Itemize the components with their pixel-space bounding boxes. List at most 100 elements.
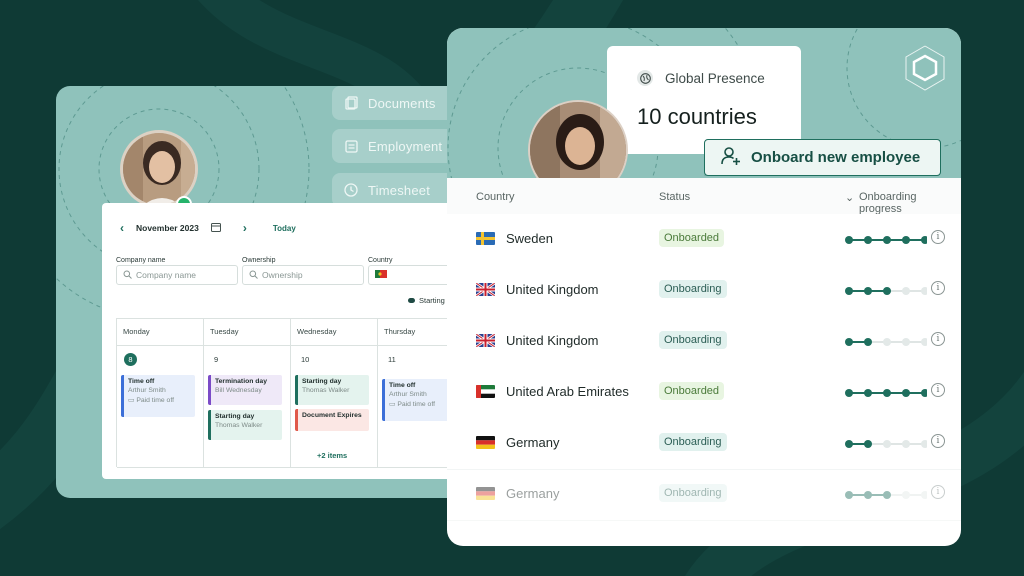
progress-step-dot xyxy=(902,338,910,346)
sidebar-item-documents[interactable]: Documents xyxy=(332,86,462,120)
event-sub: ▭ Paid time off xyxy=(389,400,448,408)
country-filter-label: Country xyxy=(368,257,393,264)
table-row[interactable]: United Arab Emirates Onboarded i xyxy=(447,367,961,419)
onboarding-card: Global Presence 10 countries Onboard new… xyxy=(447,28,961,546)
table-row[interactable]: United Kingdom Onboarding i xyxy=(447,265,961,317)
info-icon[interactable]: i xyxy=(931,485,945,499)
onboarding-progress-bar xyxy=(845,236,927,244)
date-number[interactable]: 9 xyxy=(214,355,218,364)
progress-step-dot xyxy=(864,440,872,448)
day-column-tuesday: Tuesday 9 Termination day Bill Wednesday… xyxy=(204,319,291,468)
calendar-icon[interactable] xyxy=(210,222,221,234)
employment-icon xyxy=(344,139,358,153)
progress-step-dot xyxy=(921,287,927,295)
progress-step-dot xyxy=(902,491,910,499)
progress-step-dot xyxy=(845,389,853,397)
globe-icon xyxy=(637,70,653,86)
event-person: Arthur Smith xyxy=(128,387,166,394)
chevron-right-icon[interactable]: › xyxy=(243,221,247,235)
ownership-filter-label: Ownership xyxy=(242,257,276,264)
sort-chevron-icon[interactable]: ⌄ xyxy=(845,191,854,204)
calendar-panel: ‹ November 2023 › Today Company name Com… xyxy=(102,203,476,479)
info-icon[interactable]: i xyxy=(931,281,945,295)
column-header-country[interactable]: Country xyxy=(476,191,515,203)
table-row-partial xyxy=(447,520,961,546)
progress-step-dot xyxy=(864,491,872,499)
info-icon[interactable]: i xyxy=(931,434,945,448)
table-row[interactable]: Germany Onboarding i xyxy=(447,469,961,521)
info-icon[interactable]: i xyxy=(931,383,945,397)
event-title: Starting day xyxy=(215,413,255,420)
date-number-selected[interactable]: 8 xyxy=(124,353,137,366)
legend-dot xyxy=(408,298,415,303)
date-number[interactable]: 10 xyxy=(301,355,309,364)
event-person: Arthur Smith xyxy=(389,391,427,398)
more-items-link[interactable]: +2 items xyxy=(317,451,347,460)
progress-step-dot xyxy=(845,287,853,295)
sidebar-item-label: Employment xyxy=(368,138,443,154)
country-name: Germany xyxy=(506,435,560,450)
status-badge: Onboarding xyxy=(659,331,727,349)
table-row[interactable]: United Kingdom Onboarding i xyxy=(447,316,961,368)
progress-step-dot xyxy=(883,389,891,397)
progress-step-dot xyxy=(921,389,927,397)
onboarding-progress-bar xyxy=(845,287,927,295)
event-sub: ▭ Paid time off xyxy=(128,396,191,404)
country-name: United Kingdom xyxy=(506,282,599,297)
month-label: November 2023 xyxy=(136,223,199,233)
progress-step-dot xyxy=(845,338,853,346)
table-row[interactable]: Germany Onboarding i xyxy=(447,418,961,470)
progress-step-dot xyxy=(883,287,891,295)
column-header-progress[interactable]: Onboarding progress xyxy=(859,191,961,215)
onboarding-progress-bar xyxy=(845,389,927,397)
calendar-card: Documents Employment Timesheet ‹ Novembe… xyxy=(56,86,476,498)
column-header-status[interactable]: Status xyxy=(659,191,690,203)
date-number[interactable]: 11 xyxy=(388,355,396,364)
onboard-new-employee-button[interactable]: Onboard new employee xyxy=(704,139,941,176)
info-icon[interactable]: i xyxy=(931,332,945,346)
country-name: Germany xyxy=(506,486,560,501)
country-name: United Arab Emirates xyxy=(506,384,629,399)
onboarding-progress-bar xyxy=(845,491,927,499)
flag-de-icon xyxy=(476,487,495,500)
today-button[interactable]: Today xyxy=(273,224,296,233)
flag-gb-icon xyxy=(476,334,495,347)
sidebar-item-timesheet[interactable]: Timesheet xyxy=(332,173,462,207)
progress-step-dot xyxy=(883,338,891,346)
search-icon xyxy=(123,270,132,281)
event-time-off[interactable]: Time off Arthur Smith ▭ Paid time off xyxy=(121,375,195,417)
progress-step-dot xyxy=(921,440,927,448)
event-termination-day[interactable]: Termination day Bill Wednesday xyxy=(208,375,282,405)
onboarding-progress-bar xyxy=(845,440,927,448)
company-name-input[interactable]: Company name xyxy=(116,265,238,285)
progress-step-dot xyxy=(845,236,853,244)
search-icon xyxy=(249,270,258,281)
event-title: Termination day xyxy=(215,378,267,385)
progress-step-dot xyxy=(902,389,910,397)
status-badge: Onboarding xyxy=(659,484,727,502)
event-sub-label: Paid time off xyxy=(136,397,174,404)
calendar-small-icon: ▭ xyxy=(128,397,135,404)
event-document-expires[interactable]: Document Expires xyxy=(295,409,369,431)
country-name: Sweden xyxy=(506,231,553,246)
progress-step-dot xyxy=(864,389,872,397)
progress-step-dot xyxy=(902,236,910,244)
event-starting-day[interactable]: Starting day Thomas Walker xyxy=(208,410,282,440)
presence-value: 10 countries xyxy=(637,104,757,129)
progress-step-dot xyxy=(883,236,891,244)
ownership-input[interactable]: Ownership xyxy=(242,265,364,285)
presence-label: Global Presence xyxy=(665,70,765,86)
info-icon[interactable]: i xyxy=(931,230,945,244)
day-name: Monday xyxy=(117,319,203,346)
legend: Starting xyxy=(408,296,445,305)
chevron-left-icon[interactable]: ‹ xyxy=(120,221,124,235)
sidebar-item-employment[interactable]: Employment xyxy=(332,129,462,163)
event-starting-day[interactable]: Starting day Thomas Walker xyxy=(295,375,369,405)
company-name-placeholder: Company name xyxy=(136,270,197,280)
table-row[interactable]: Sweden Onboarded i xyxy=(447,214,961,266)
hexagon-logo-icon xyxy=(905,45,945,91)
legend-label: Starting xyxy=(419,296,445,305)
event-time-off[interactable]: Time off Arthur Smith ▭ Paid time off xyxy=(382,379,452,421)
status-badge: Onboarded xyxy=(659,382,725,400)
progress-step-dot xyxy=(921,236,927,244)
